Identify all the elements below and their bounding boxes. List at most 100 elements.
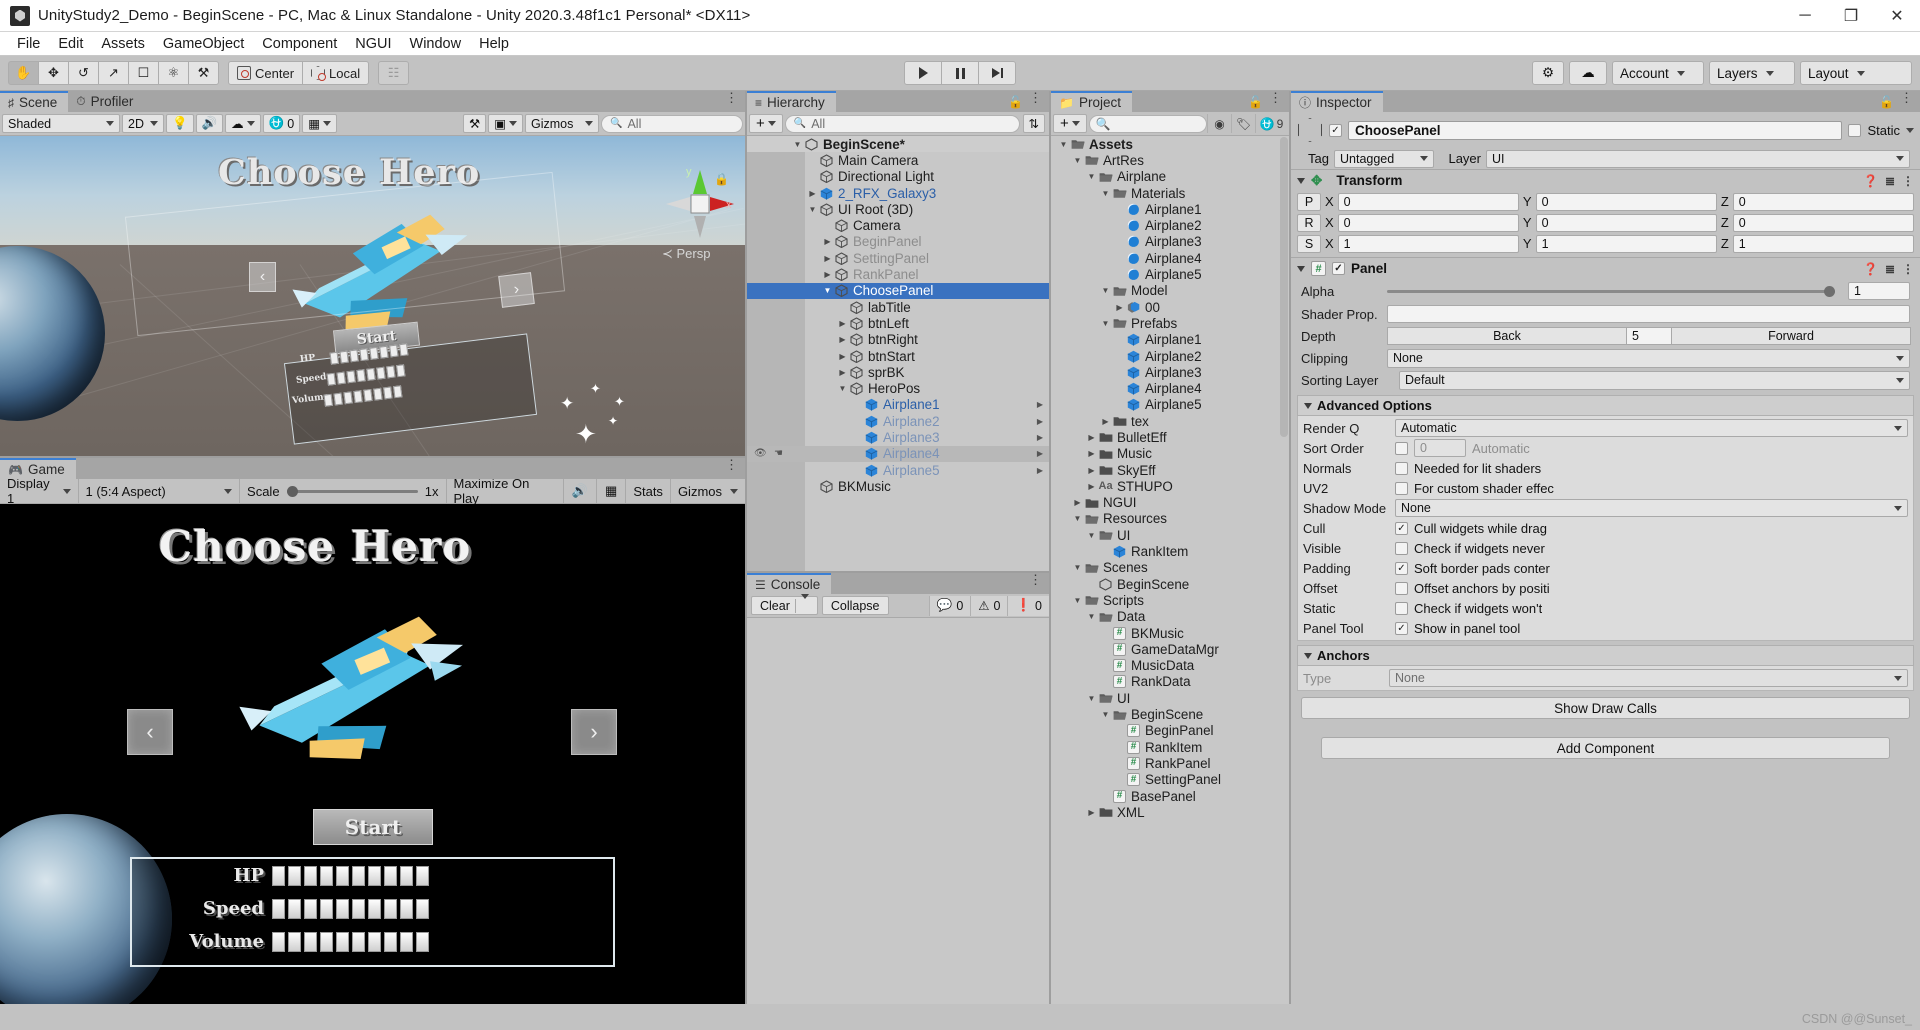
project-row-airplane4[interactable]: Airplane4 xyxy=(1051,250,1289,266)
project-row-skyeff[interactable]: ▶ SkyEff xyxy=(1051,462,1289,478)
scene-search-input[interactable]: 🔍 All xyxy=(601,114,743,133)
expand-arrow-icon[interactable]: ▼ xyxy=(1057,140,1070,149)
project-row-ui[interactable]: ▼ UI xyxy=(1051,527,1289,543)
visible-checkbox[interactable] xyxy=(1395,541,1408,555)
layout-dropdown[interactable]: Layout xyxy=(1800,61,1912,85)
shadow-mode-dropdown[interactable]: None xyxy=(1395,499,1908,517)
scale-slider-group[interactable]: Scale 1x xyxy=(240,478,447,504)
step-button[interactable] xyxy=(978,61,1016,85)
preset-icon[interactable]: ≣ xyxy=(1885,174,1895,188)
scene-menu-icon[interactable]: ⋮ xyxy=(725,91,738,104)
game-start-button[interactable]: Start xyxy=(313,809,433,845)
offset-checkbox[interactable] xyxy=(1395,581,1408,595)
gizmos-dropdown[interactable]: Gizmos xyxy=(525,114,600,133)
uv2-checkbox[interactable] xyxy=(1395,481,1408,495)
hierarchy-row-labtitle[interactable]: labTitle xyxy=(747,299,1049,315)
show-draw-calls-button[interactable]: Show Draw Calls xyxy=(1301,697,1910,719)
hierarchy-row-btnstart[interactable]: ▶ btnStart xyxy=(747,348,1049,364)
expand-arrow-icon[interactable]: ▶ xyxy=(836,368,849,377)
expand-right-icon[interactable]: ▶ xyxy=(1037,417,1043,426)
console-error-count[interactable]: ❗ 0 xyxy=(1007,595,1049,616)
depth-value-field[interactable]: 5 xyxy=(1626,327,1672,345)
expand-arrow-icon[interactable]: ▼ xyxy=(806,205,819,214)
project-row-music[interactable]: ▶ Music xyxy=(1051,446,1289,462)
close-button[interactable]: ✕ xyxy=(1874,0,1920,31)
cloud-button[interactable]: ☁ xyxy=(1569,61,1607,85)
chevron-down-icon[interactable] xyxy=(1906,127,1914,133)
console-log-count[interactable]: 💬 0 xyxy=(928,595,971,616)
game-gizmos-dropdown[interactable]: Gizmos xyxy=(671,479,745,504)
project-row-rankitem[interactable]: # RankItem xyxy=(1051,739,1289,755)
hierarchy-row-bkmusic[interactable]: BKMusic xyxy=(747,478,1049,494)
tab-project[interactable]: 📁 Project xyxy=(1051,91,1132,112)
search-by-label-icon[interactable]: 🏷 xyxy=(1231,114,1255,133)
hierarchy-row-airplane2[interactable]: Airplane2 ▶ xyxy=(747,413,1049,429)
project-row-airplane1[interactable]: Airplane1 xyxy=(1051,201,1289,217)
expand-arrow-icon[interactable]: ▶ xyxy=(1071,498,1084,507)
lock-icon[interactable]: 🔓 xyxy=(1879,95,1894,109)
project-row-basepanel[interactable]: # BasePanel xyxy=(1051,788,1289,804)
hierarchy-row-camera[interactable]: Camera xyxy=(747,217,1049,233)
expand-arrow-icon[interactable]: ▶ xyxy=(821,270,834,279)
hierarchy-row-btnright[interactable]: ▶ btnRight xyxy=(747,332,1049,348)
tab-console[interactable]: ☰ Console xyxy=(747,573,832,594)
project-hidden-toggle[interactable]: ⛎ 9 xyxy=(1255,114,1287,133)
expand-arrow-icon[interactable]: ▶ xyxy=(1085,449,1098,458)
project-row-scripts[interactable]: ▼ Scripts xyxy=(1051,592,1289,608)
console-menu-icon[interactable]: ⋮ xyxy=(1029,573,1042,586)
tab-inspector[interactable]: ⓘ Inspector xyxy=(1291,91,1383,112)
transform-tool-icon[interactable]: ⚛ xyxy=(158,61,189,85)
expand-arrow-icon[interactable]: ▼ xyxy=(1099,319,1112,328)
expand-arrow-icon[interactable]: ▶ xyxy=(1113,303,1126,312)
menu-help[interactable]: Help xyxy=(470,34,518,54)
console-log-area[interactable] xyxy=(747,618,1049,1004)
lighting-toggle-icon[interactable]: 💡 xyxy=(166,114,194,133)
tab-game[interactable]: 🎮 Game xyxy=(0,458,76,479)
hierarchy-row-airplane1[interactable]: Airplane1 ▶ xyxy=(747,397,1049,413)
preset-icon[interactable]: ≣ xyxy=(1885,262,1895,276)
editor-settings-button[interactable]: ⚙ xyxy=(1532,61,1564,85)
hidden-objects-toggle[interactable]: ⛎ 0 xyxy=(262,114,301,133)
gizmo-lock-icon[interactable]: 🔒 xyxy=(714,172,729,186)
hierarchy-row-uiroot3d[interactable]: ▼ UI Root (3D) xyxy=(747,201,1049,217)
hierarchy-row-rankpanel[interactable]: ▶ RankPanel xyxy=(747,266,1049,282)
normals-checkbox[interactable] xyxy=(1395,461,1408,475)
project-row-airplane1[interactable]: Airplane1 xyxy=(1051,332,1289,348)
2d-toggle[interactable]: 2D xyxy=(122,114,164,133)
hierarchy-menu-icon[interactable]: ⋮ xyxy=(1029,91,1042,104)
hierarchy-row-settingpanel[interactable]: ▶ SettingPanel xyxy=(747,250,1049,266)
help-icon[interactable]: ❓ xyxy=(1863,174,1878,188)
expand-arrow-icon[interactable]: ▼ xyxy=(1071,563,1084,572)
object-name-field[interactable]: ChoosePanel xyxy=(1348,120,1843,140)
static-checkbox[interactable] xyxy=(1395,601,1408,615)
add-component-button[interactable]: Add Component xyxy=(1321,737,1890,759)
advanced-options-foldout[interactable]: Advanced Options xyxy=(1297,395,1914,416)
render-q-dropdown[interactable]: Automatic xyxy=(1395,419,1908,437)
expand-arrow-icon[interactable]: ▶ xyxy=(821,254,834,263)
scene-tools-icon[interactable]: ⚒ xyxy=(462,114,487,133)
padding-checkbox[interactable]: ✓ xyxy=(1395,561,1408,575)
anchors-foldout[interactable]: Anchors xyxy=(1297,645,1914,666)
hierarchy-row-btnleft[interactable]: ▶ btnLeft xyxy=(747,315,1049,331)
expand-arrow-icon[interactable]: ▼ xyxy=(1085,612,1098,621)
depth-forward-button[interactable]: Forward xyxy=(1671,327,1911,345)
hierarchy-row-airplane4[interactable]: Airplane4 ▶ 👁 ☚ xyxy=(747,445,1049,462)
help-icon[interactable]: ❓ xyxy=(1863,262,1878,276)
expand-right-icon[interactable]: ▶ xyxy=(1037,449,1043,458)
expand-arrow-icon[interactable]: ▶ xyxy=(821,237,834,246)
anchors-type-dropdown[interactable]: None xyxy=(1389,669,1908,687)
project-row-resources[interactable]: ▼ Resources xyxy=(1051,511,1289,527)
tab-profiler[interactable]: ⏱ Profiler xyxy=(68,91,145,112)
scale-key[interactable]: S xyxy=(1297,234,1321,253)
project-row-xml[interactable]: ▶ XML xyxy=(1051,804,1289,820)
hierarchy-row-beginscene[interactable]: ▼ BeginScene* xyxy=(747,136,1049,153)
expand-arrow-icon[interactable]: ▶ xyxy=(836,319,849,328)
hierarchy-search-input[interactable]: 🔍 All xyxy=(784,114,1020,133)
project-row-musicdata[interactable]: # MusicData xyxy=(1051,658,1289,674)
menu-assets[interactable]: Assets xyxy=(92,34,154,54)
shading-mode-dropdown[interactable]: Shaded xyxy=(2,114,120,133)
scene-view[interactable]: Choose Hero y x ≺ Persp 🔒 ‹ › Start HP S… xyxy=(0,136,745,456)
project-row-ngui[interactable]: ▶ NGUI xyxy=(1051,495,1289,511)
project-row-tex[interactable]: ▶ tex xyxy=(1051,413,1289,429)
expand-arrow-icon[interactable]: ▼ xyxy=(821,286,834,295)
